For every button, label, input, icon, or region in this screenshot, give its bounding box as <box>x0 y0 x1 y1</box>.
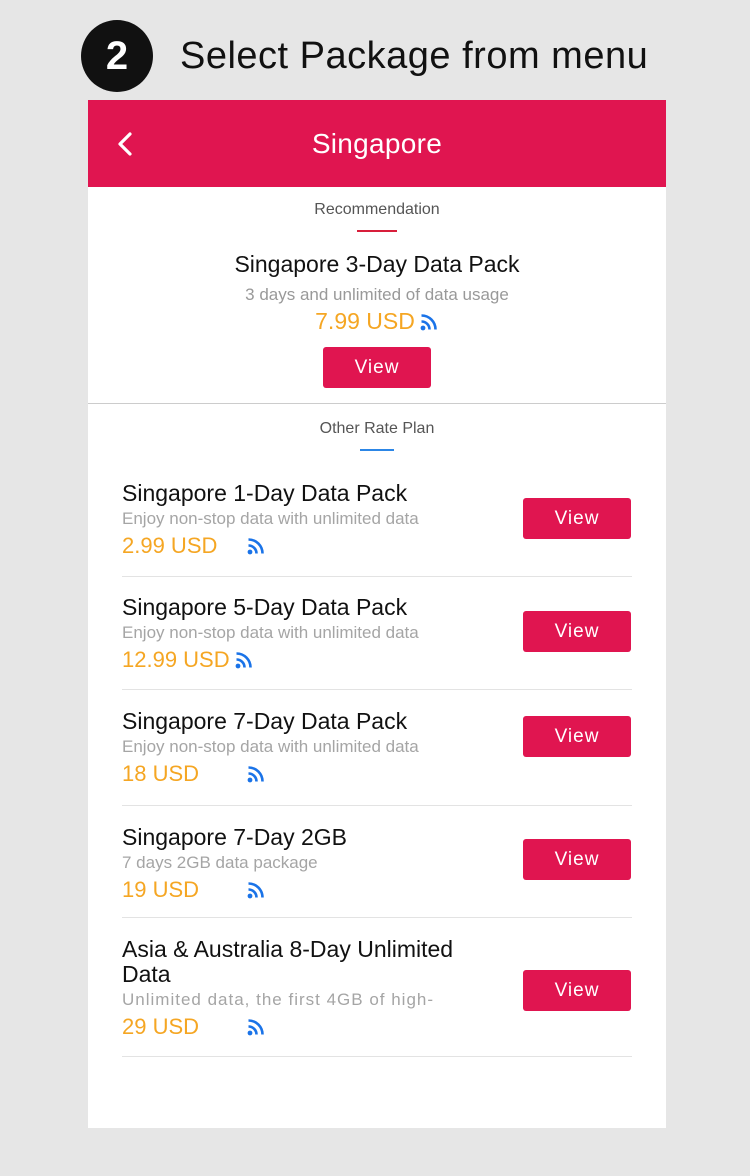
wifi-signal-icon <box>247 766 264 783</box>
plan-list: Singapore 1-Day Data Pack Enjoy non-stop… <box>88 481 666 1057</box>
back-button[interactable] <box>114 130 140 158</box>
plan-item: Singapore 1-Day Data Pack Enjoy non-stop… <box>122 481 632 577</box>
plan-price: 18 USD <box>122 761 200 786</box>
other-rate-plan-underline <box>360 449 394 451</box>
step-header: 2 Select Package from menu <box>81 20 648 92</box>
plan-price-row: 19 USD <box>122 877 632 903</box>
wifi-signal-icon <box>420 313 437 330</box>
plan-item: Singapore 5-Day Data Pack Enjoy non-stop… <box>122 577 632 690</box>
plan-name: Asia & Australia 8-Day Unlimited Data <box>122 936 454 987</box>
plan-item: Singapore 7-Day Data Pack Enjoy non-stop… <box>122 690 632 806</box>
step-title: Select Package from menu <box>180 34 649 77</box>
wifi-signal-icon <box>247 538 264 555</box>
recommended-plan-price: 7.99 USD <box>315 308 415 334</box>
chevron-left-icon <box>118 132 132 156</box>
plan-price: 29 USD <box>122 1014 200 1039</box>
recommendation-underline <box>357 230 397 232</box>
view-button[interactable]: View <box>523 498 631 539</box>
recommended-plan-price-row: 7.99 USD <box>88 308 666 335</box>
recommended-plan-description: 3 days and unlimited of data usage <box>245 285 509 304</box>
view-button[interactable]: View <box>523 716 631 757</box>
plan-price: 19 USD <box>122 877 200 902</box>
step-number-badge: 2 <box>81 20 153 92</box>
plan-item: Singapore 7-Day 2GB 7 days 2GB data pack… <box>122 806 632 918</box>
page-title: Singapore <box>311 127 443 159</box>
phone-screen: Singapore Recommendation Singapore 3-Day… <box>88 100 666 1128</box>
plan-price-row: 18 USD <box>122 761 632 787</box>
view-button[interactable]: View <box>523 839 631 880</box>
wifi-signal-icon <box>247 1019 264 1036</box>
view-button[interactable]: View <box>523 611 631 652</box>
plan-item: Asia & Australia 8-Day Unlimited Data Un… <box>122 918 632 1057</box>
other-rate-plan-label: Other Rate Plan <box>319 420 435 437</box>
view-button[interactable]: View <box>523 970 631 1011</box>
plan-price: 12.99 USD <box>122 647 230 672</box>
wifi-signal-icon <box>235 652 252 669</box>
section-divider <box>88 403 666 404</box>
recommended-view-button[interactable]: View <box>323 347 431 388</box>
plan-price: 2.99 USD <box>122 533 218 558</box>
top-bar: Singapore <box>88 100 666 187</box>
recommended-plan-name: Singapore 3-Day Data Pack <box>234 251 520 277</box>
wifi-signal-icon <box>247 882 264 899</box>
plan-price-row: 29 USD <box>122 1014 632 1040</box>
recommendation-label: Recommendation <box>314 201 440 218</box>
